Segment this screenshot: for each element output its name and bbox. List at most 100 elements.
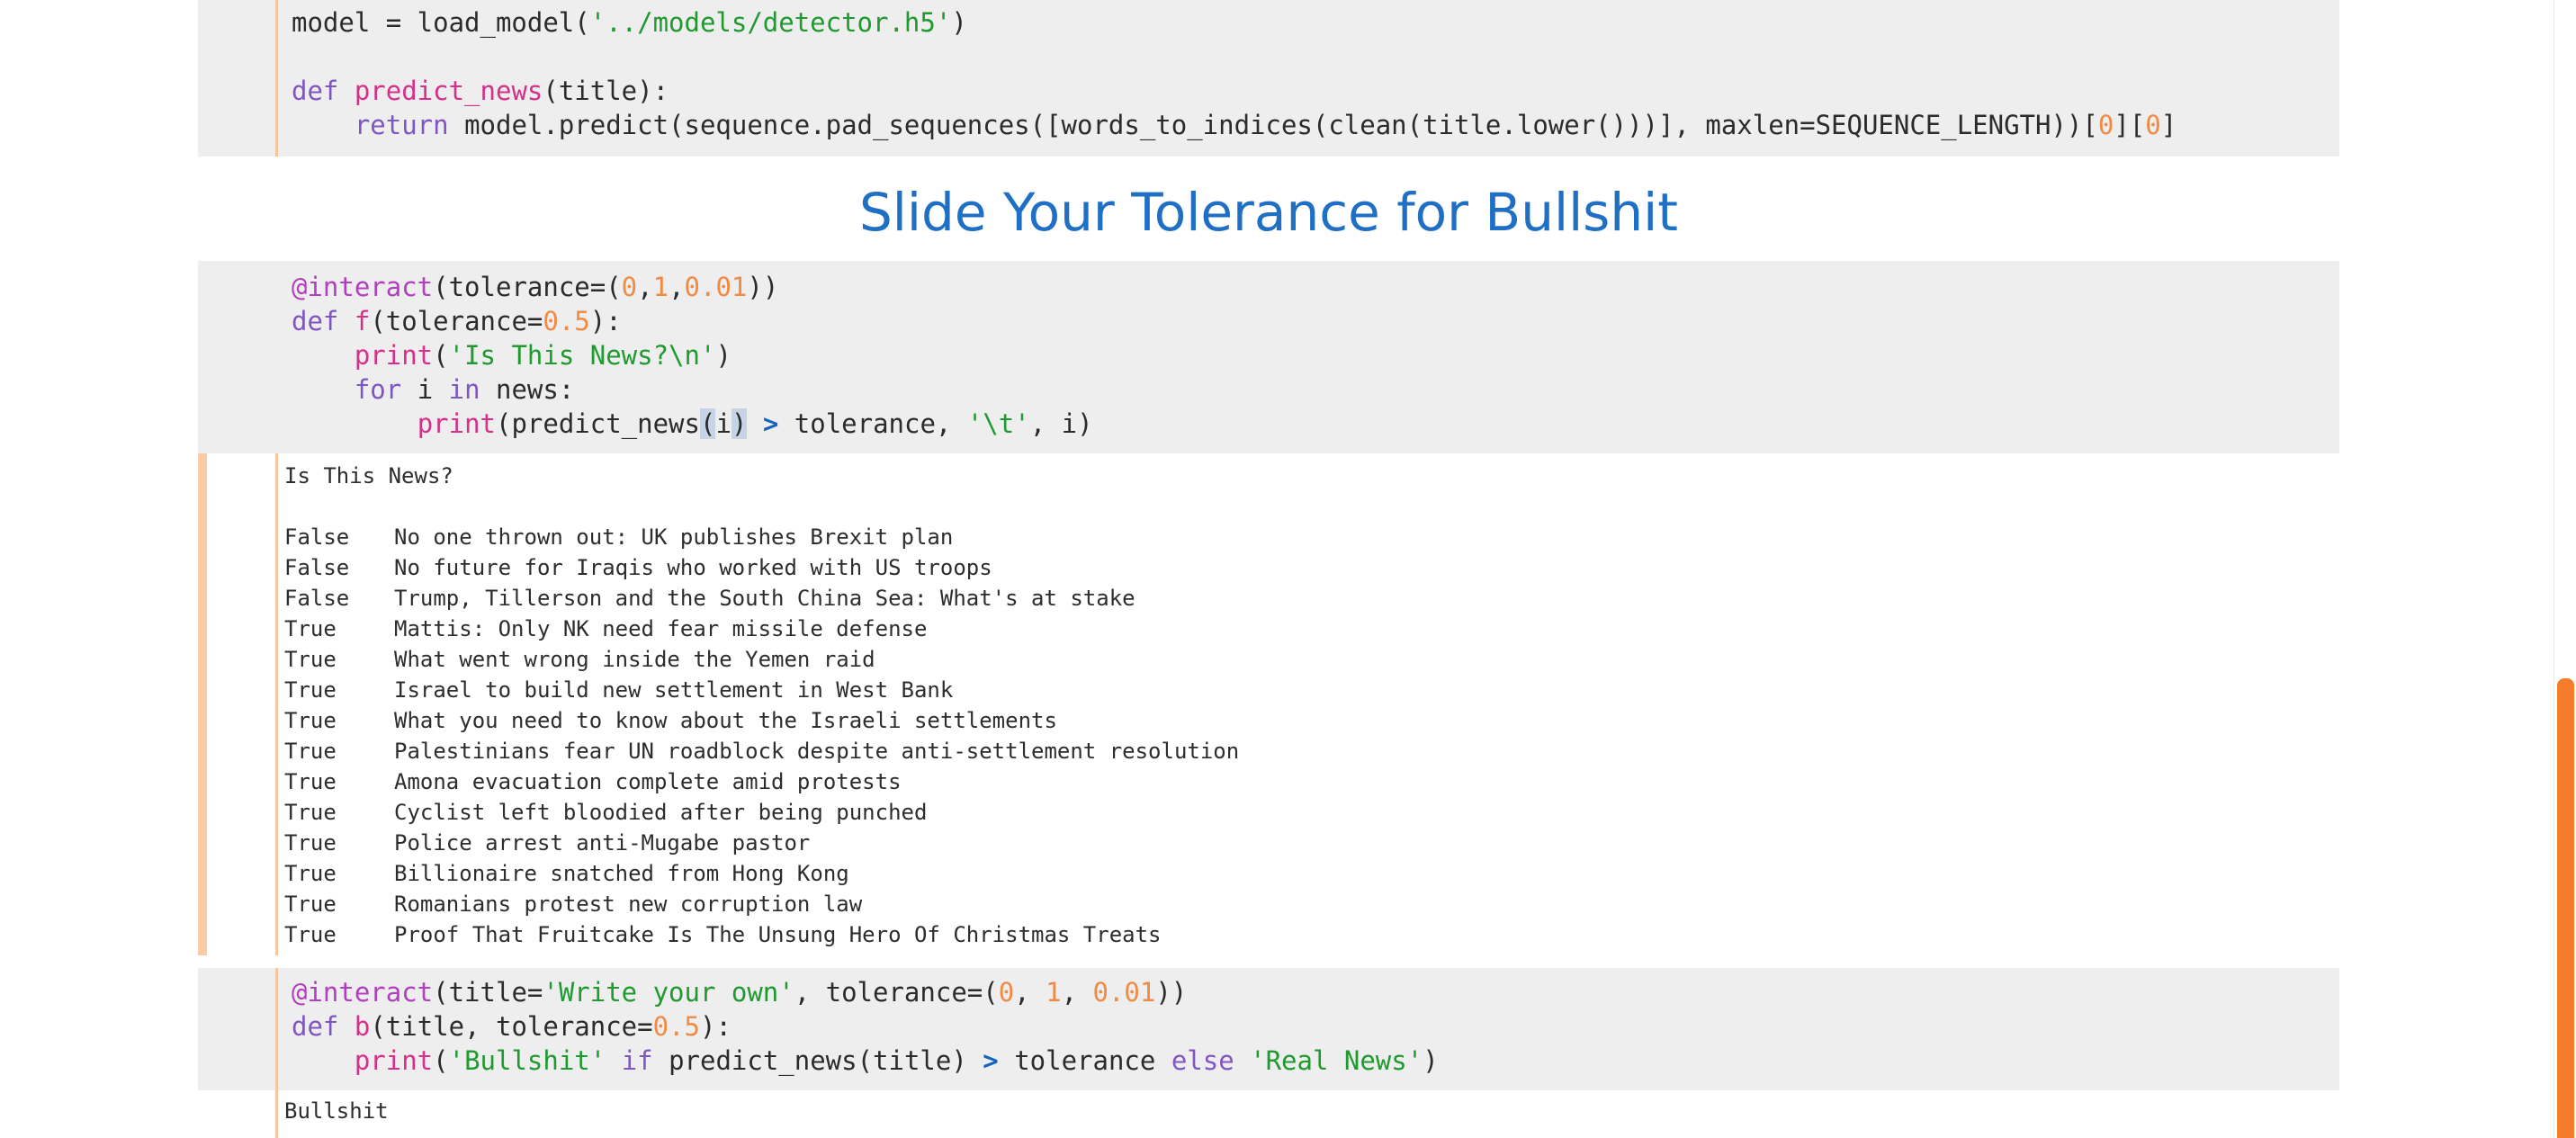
code-token: '../models/detector.h5' [589,7,952,38]
code-token: 0 [621,272,638,302]
code-token: )) [747,272,779,302]
code-token: ] [2160,110,2177,140]
output-row: True What you need to know about the Isra… [284,705,1057,736]
headline-title: Trump, Tillerson and the South China Sea… [394,586,1135,611]
code-line: def b(title, tolerance=0.5): [292,1009,732,1044]
code-token: model = load_model( [292,7,590,38]
code-token: (predict_news [496,408,700,439]
code-token: print [354,340,434,371]
code-line: print(predict_news(i) > tolerance, '\t',… [292,407,1093,441]
code-token: 0.01 [684,272,748,302]
code-line: @interact(title='Write your own', tolera… [292,975,1187,1009]
output-row: True Romanians protest new corruption law [284,889,862,919]
code-token: def [292,306,355,336]
code-token: 'Bullshit' [448,1045,606,1076]
code-token: '\t' [966,408,1030,439]
code-token: , tolerance=( [794,977,999,1008]
code-token: > [983,1045,999,1076]
code-line: print('Is This News?\n') [292,338,732,372]
code-line: def predict_news(title): [292,74,669,108]
code-cell-write-your-own[interactable]: @interact(title='Write your own', tolera… [198,968,2339,1138]
code-token: 'Real News' [1250,1045,1423,1076]
code-token: (tolerance= [370,306,543,336]
code-cell-gutter [275,453,278,955]
code-line: return model.predict(sequence.pad_sequen… [292,108,2177,142]
code-token: print [417,408,496,439]
code-token: tolerance [998,1045,1171,1076]
code-token: ) [1423,1045,1439,1076]
prediction-result: True [284,708,337,733]
code-cell-interact-tolerance[interactable]: @interact(tolerance=(0,1,0.01)) def f(tol… [198,261,2339,955]
code-token: for [354,374,402,405]
code-token: return [354,110,449,140]
code-token: @interact [292,272,434,302]
code-token: def [292,76,355,106]
code-token: predict_news(title) [652,1045,983,1076]
output-row: False Trump, Tillerson and the South Chin… [284,583,1135,614]
code-token: tolerance, [778,408,967,439]
code-token: b [354,1011,371,1042]
code-token: 0.5 [543,306,590,336]
prediction-result: True [284,647,337,672]
code-token: 0 [998,977,1015,1008]
prediction-result: True [284,769,337,794]
code-token: , [669,272,685,302]
code-token: i [401,374,449,405]
code-token: predict_news [354,76,543,106]
code-token: (title= [433,977,543,1008]
prediction-result: True [284,892,337,917]
headline-title: What went wrong inside the Yemen raid [394,647,875,672]
headline-title: No one thrown out: UK publishes Brexit p… [394,524,954,550]
code-token: , [1061,977,1093,1008]
code-line: model = load_model('../models/detector.h… [292,5,967,40]
code-token: 0.5 [652,1011,700,1042]
code-token: ( [433,340,449,371]
output-row: False No one thrown out: UK publishes Bre… [284,522,953,552]
code-cell-gutter [275,0,278,157]
code-token: ][ [2114,110,2146,140]
output-row: True What went wrong inside the Yemen rai… [284,644,875,675]
code-line: def f(tolerance=0.5): [292,304,622,338]
code-token: 1 [1046,977,1062,1008]
output-row: False No future for Iraqis who worked wit… [284,552,992,583]
headline-title: What you need to know about the Israeli … [394,708,1057,733]
code-token: ) [951,7,967,38]
prediction-result: True [284,861,337,886]
code-token: ): [589,306,622,336]
code-token: if [621,1045,653,1076]
code-token: )) [1155,977,1188,1008]
code-token: model.predict(sequence.pad_sequences([wo… [448,110,2098,140]
output-row: True Proof That Fruitcake Is The Unsung H… [284,919,1162,950]
prediction-result: True [284,830,337,856]
code-token: (title): [543,76,669,106]
code-token: (title, tolerance= [370,1011,653,1042]
code-token: in [448,374,480,405]
prediction-result: False [284,586,350,611]
code-token: > [762,408,779,439]
scrollbar-thumb[interactable] [2557,678,2574,1138]
code-token: f [354,306,371,336]
output-row: True Palestinians fear UN roadblock despi… [284,736,1239,766]
output-row: True Cyclist left bloodied after being pu… [284,797,927,828]
code-cell-load-model[interactable]: model = load_model('../models/detector.h… [198,0,2339,157]
code-token: ( [699,408,716,439]
headline-title: Romanians protest new corruption law [394,892,863,917]
section-heading: Slide Your Tolerance for Bullshit [858,182,1679,243]
headline-title: Police arrest anti-Mugabe pastor [394,830,811,856]
code-token: 0 [2145,110,2161,140]
code-line: print('Bullshit' if predict_news(title) … [292,1044,1439,1078]
code-token: news: [480,374,575,405]
code-token: @interact [292,977,434,1008]
code-token: 'Write your own' [543,977,794,1008]
code-token: , [1014,977,1046,1008]
code-token: 0.01 [1092,977,1156,1008]
code-line: for i in news: [292,372,574,407]
code-token: 0 [2097,110,2114,140]
prediction-result: False [284,555,350,580]
